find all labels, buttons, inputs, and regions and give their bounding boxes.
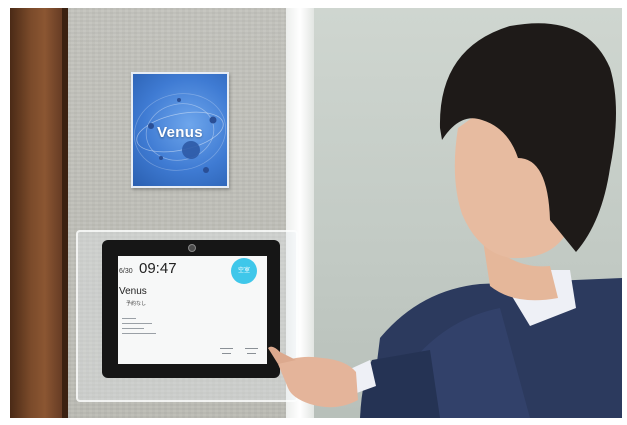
photo-scene: Venus 6/30 09:47 空室 Venus 予約なし	[10, 8, 622, 418]
person-silhouette	[268, 23, 622, 418]
